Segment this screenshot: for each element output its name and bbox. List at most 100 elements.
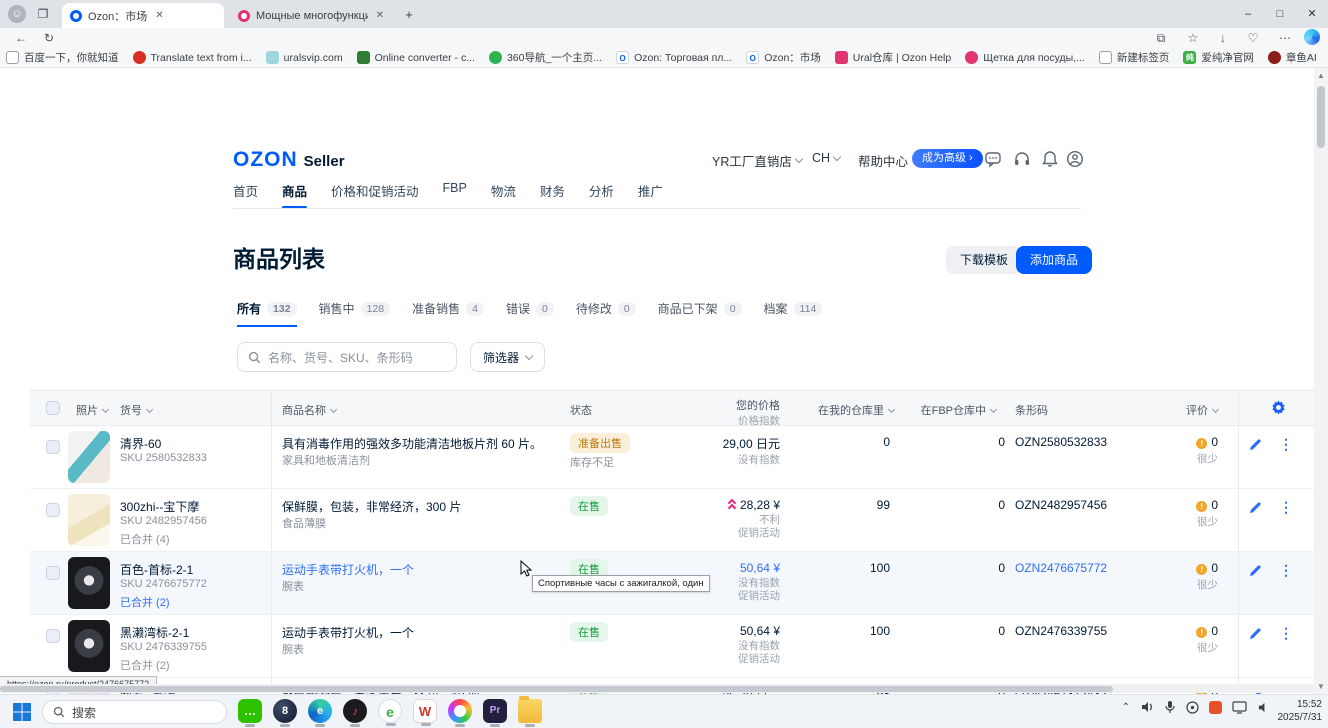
browser-tab-active[interactable]: Ozon：市场 ✕ <box>62 3 224 28</box>
bookmark-item[interactable]: Щетка для посуды,... <box>965 51 1085 64</box>
refresh-icon[interactable]: ↻ <box>40 29 58 47</box>
support-headset-icon[interactable] <box>1013 150 1031 168</box>
row-checkbox[interactable] <box>46 629 60 643</box>
close-button[interactable]: ✕ <box>1296 0 1328 28</box>
start-button[interactable] <box>12 702 32 722</box>
edit-pencil-icon[interactable] <box>1248 564 1262 583</box>
add-product-button[interactable]: 添加商品 <box>1016 246 1092 274</box>
row-checkbox[interactable] <box>46 566 60 580</box>
maximize-button[interactable]: □ <box>1264 0 1296 28</box>
table-settings-gear-icon[interactable] <box>1270 399 1287 419</box>
select-all-checkbox[interactable] <box>46 401 60 415</box>
bookmark-item[interactable]: 百度一下，你就知道 <box>6 50 119 65</box>
row-checkbox[interactable] <box>46 440 60 454</box>
premium-button[interactable]: 成为高级 › <box>912 149 983 168</box>
product-thumbnail[interactable] <box>68 557 110 609</box>
bookmark-item[interactable]: Translate text from i... <box>133 51 252 64</box>
status-tab[interactable]: 错误 0 <box>506 300 554 325</box>
taskbar-app-icon[interactable]: … <box>238 699 262 723</box>
column-photo[interactable]: 照片 <box>76 402 108 418</box>
collections-icon[interactable]: ☆ <box>1184 29 1202 47</box>
account-icon[interactable] <box>1066 150 1084 168</box>
status-tab[interactable]: 销售中 128 <box>319 300 391 325</box>
cast-screen-icon[interactable] <box>1232 701 1247 714</box>
ozon-logo[interactable]: OZONSeller <box>233 148 345 172</box>
status-tab[interactable]: 待修改 0 <box>576 300 636 325</box>
horizontal-scroll-thumb[interactable] <box>0 686 1113 692</box>
edit-pencil-icon[interactable] <box>1248 438 1262 457</box>
product-article[interactable]: 黑濑湾标-2-1 <box>120 624 189 641</box>
taskbar-clock[interactable]: 15:52 2025/7/31 <box>1278 698 1323 724</box>
column-name[interactable]: 商品名称 <box>282 402 336 418</box>
edit-pencil-icon[interactable] <box>1248 501 1262 520</box>
product-barcode[interactable]: OZN2482957456 <box>1015 498 1107 512</box>
taskbar-app-icon[interactable]: Pr <box>483 699 507 723</box>
downloads-icon[interactable]: ↓ <box>1214 29 1232 47</box>
product-thumbnail[interactable] <box>68 431 110 483</box>
taskbar-app-icon[interactable]: W <box>413 699 437 723</box>
store-selector[interactable]: YR工厂直销店 <box>712 151 802 170</box>
scroll-down-icon[interactable]: ▼ <box>1314 682 1328 691</box>
nav-item[interactable]: 分析 <box>589 181 614 209</box>
taskbar-app-icon[interactable] <box>448 699 472 723</box>
product-merged[interactable]: 已合并 (2) <box>120 594 170 610</box>
language-selector[interactable]: CH <box>812 151 840 165</box>
product-article[interactable]: 清界-60 <box>120 435 161 452</box>
download-template-button[interactable]: 下载模板 <box>946 246 1022 274</box>
product-thumbnail[interactable] <box>68 620 110 672</box>
nav-item[interactable]: 推广 <box>638 181 663 209</box>
chat-icon[interactable] <box>984 150 1002 168</box>
split-screen-icon[interactable]: ⧉ <box>1152 29 1170 47</box>
antivirus-icon[interactable] <box>1209 701 1222 714</box>
product-article[interactable]: 300zhi--宝下摩 <box>120 498 199 515</box>
horizontal-scrollbar[interactable] <box>0 684 1314 693</box>
price-value[interactable]: 29,00 日元 <box>723 435 780 452</box>
column-stock-my[interactable]: 在我的仓库里 <box>818 402 894 418</box>
copilot-icon[interactable] <box>1304 29 1320 45</box>
product-name[interactable]: 保鲜膜，包装，非常经济，300 片 <box>282 498 461 515</box>
bookmark-item[interactable]: 新建标签页 <box>1099 50 1170 65</box>
bookmark-item[interactable]: 纯 爱纯净官网 <box>1183 50 1254 65</box>
edit-pencil-icon[interactable] <box>1248 627 1262 646</box>
tab-close-icon[interactable]: ✕ <box>376 10 384 21</box>
status-tab[interactable]: 所有 132 <box>237 300 297 327</box>
column-article[interactable]: 货号 <box>120 402 152 418</box>
nav-item[interactable]: FBP <box>443 181 467 209</box>
taskbar-app-icon[interactable]: e <box>378 699 402 723</box>
row-checkbox[interactable] <box>46 503 60 517</box>
bookmark-item[interactable]: 360导航_一个主页... <box>489 50 602 65</box>
product-merged[interactable]: 已合并 (2) <box>120 657 170 673</box>
status-tab[interactable]: 档案 114 <box>764 300 823 325</box>
new-tab-button[interactable]: + <box>400 6 418 24</box>
bookmark-item[interactable]: O Ozon: Торговая пл... <box>616 51 732 64</box>
product-name[interactable]: 运动手表带打火机，一个 <box>282 561 414 578</box>
kebab-menu-icon[interactable]: ⋮ <box>1279 625 1293 642</box>
nav-item[interactable]: 物流 <box>491 181 516 209</box>
tray-chevron-icon[interactable]: ⌃ <box>1122 702 1130 713</box>
product-name[interactable]: 具有消毒作用的强效多功能清洁地板片剂 60 片。 <box>282 435 542 452</box>
nav-item[interactable]: 首页 <box>233 181 258 209</box>
nav-item[interactable]: 财务 <box>540 181 565 209</box>
notifications-bell-icon[interactable] <box>1041 150 1059 168</box>
scroll-up-icon[interactable]: ▲ <box>1314 71 1328 80</box>
nav-item[interactable]: 商品 <box>282 181 307 209</box>
vertical-scrollbar[interactable]: ▲ ▼ <box>1314 68 1328 694</box>
price-value[interactable]: 50,64 ¥ <box>740 624 780 638</box>
tab-close-icon[interactable]: ✕ <box>155 10 163 21</box>
nav-item[interactable]: 价格和促销活动 <box>331 181 419 209</box>
product-merged[interactable]: 已合并 (4) <box>120 531 170 547</box>
pen-icon[interactable] <box>1186 701 1199 714</box>
taskbar-app-icon[interactable] <box>518 699 542 723</box>
price-value[interactable]: 50,64 ¥ <box>740 561 780 575</box>
price-value[interactable]: 28,28 ¥ <box>740 498 780 512</box>
vertical-scroll-thumb[interactable] <box>1317 86 1325 148</box>
bookmark-item[interactable]: 章鱼AI <box>1268 50 1317 65</box>
workspaces-icon[interactable]: ❐ <box>34 5 52 23</box>
product-barcode[interactable]: OZN2476675772 <box>1015 561 1107 575</box>
status-tab[interactable]: 准备销售 4 <box>412 300 484 325</box>
product-barcode[interactable]: OZN2476339755 <box>1015 624 1107 638</box>
product-barcode[interactable]: OZN2580532833 <box>1015 435 1107 449</box>
kebab-menu-icon[interactable]: ⋮ <box>1279 562 1293 579</box>
product-thumbnail[interactable] <box>68 494 110 546</box>
bookmark-item[interactable]: Online converter - c... <box>357 51 475 64</box>
